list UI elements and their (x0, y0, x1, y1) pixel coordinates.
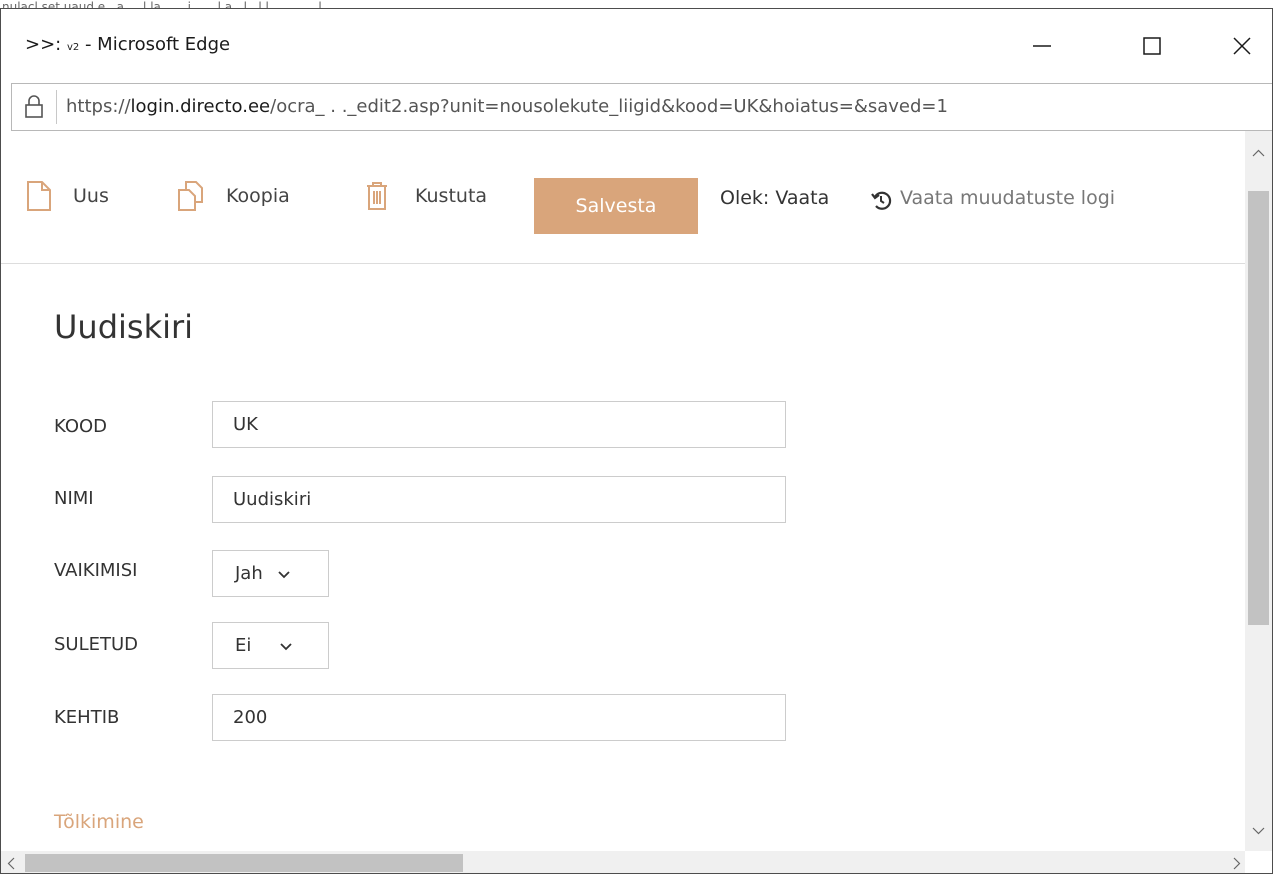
title-bar: >>: v2 - Microsoft Edge (1, 9, 1272, 83)
window-title-v2: v2 (66, 42, 80, 53)
copy-button-label: Koopia (226, 185, 290, 207)
kehtib-label: KEHTIB (54, 707, 120, 728)
window-title-suffix: - Microsoft Edge (79, 34, 231, 55)
vaikimisi-value: Jah (235, 563, 263, 584)
change-log-link[interactable]: Vaata muudatuste logi (871, 187, 1116, 210)
maximize-button[interactable] (1122, 9, 1182, 83)
translation-section-link[interactable]: Tõlkimine (54, 811, 144, 833)
scroll-up-arrow-icon[interactable] (1252, 149, 1265, 157)
trash-icon (367, 182, 387, 210)
chevron-down-icon (278, 570, 290, 578)
new-document-icon (27, 181, 51, 211)
horizontal-scrollbar[interactable] (1, 851, 1245, 873)
delete-button[interactable]: Kustuta (363, 176, 487, 216)
toolbar: Uus Koopia Kustuta Salvesta Olek: Vaata … (1, 131, 1245, 264)
kehtib-input[interactable]: 200 (212, 694, 786, 741)
nimi-label: NIMI (54, 488, 94, 509)
window-title-prefix: >>: (25, 34, 67, 55)
window-title: >>: v2 - Microsoft Edge (25, 33, 230, 60)
address-divider (56, 90, 57, 124)
url-scheme: https:// (66, 96, 131, 117)
new-button-label: Uus (73, 185, 109, 207)
nimi-input[interactable]: Uudiskiri (212, 476, 786, 523)
url-text[interactable]: https://login.directo.ee/ocra_ . ._edit2… (66, 95, 948, 119)
history-icon (871, 191, 892, 210)
suletud-select[interactable]: Ei (212, 622, 329, 669)
new-button[interactable]: Uus (25, 176, 109, 216)
state-indicator: Olek: Vaata (720, 187, 830, 209)
address-bar[interactable]: https://login.directo.ee/ocra_ . ._edit2… (11, 83, 1272, 131)
change-log-label: Vaata muudatuste logi (900, 187, 1116, 209)
delete-button-label: Kustuta (415, 185, 488, 207)
lock-icon (25, 95, 43, 118)
page-title: Uudiskiri (54, 308, 194, 346)
close-icon (1233, 37, 1251, 55)
vaikimisi-label: VAIKIMISI (54, 560, 138, 581)
suletud-value: Ei (235, 635, 252, 656)
minimize-icon (1033, 45, 1051, 47)
vertical-scrollbar[interactable] (1245, 131, 1272, 851)
url-host: login.directo.ee (130, 96, 271, 117)
suletud-label: SULETUD (54, 634, 139, 655)
vertical-scroll-thumb[interactable] (1248, 191, 1269, 625)
kood-label: KOOD (54, 416, 108, 437)
close-button[interactable] (1212, 9, 1272, 83)
maximize-icon (1143, 37, 1161, 55)
scroll-left-arrow-icon[interactable] (7, 857, 15, 870)
url-path: /ocra_ . ._edit2.asp?unit=nousolekute_li… (270, 96, 948, 117)
chevron-down-icon (280, 642, 293, 650)
copy-icon (178, 181, 203, 211)
copy-button[interactable]: Koopia (176, 176, 290, 216)
browser-window: >>: v2 - Microsoft Edge https://login.di… (0, 8, 1273, 874)
scroll-right-arrow-icon[interactable] (1233, 857, 1241, 870)
kood-input[interactable]: UK (212, 401, 786, 448)
vaikimisi-select[interactable]: Jah (212, 550, 329, 597)
page-content: Uus Koopia Kustuta Salvesta Olek: Vaata … (1, 131, 1272, 851)
scroll-down-arrow-icon[interactable] (1252, 827, 1265, 835)
save-button[interactable]: Salvesta (534, 178, 698, 234)
horizontal-scroll-thumb[interactable] (25, 854, 463, 872)
minimize-button[interactable] (1012, 9, 1072, 83)
